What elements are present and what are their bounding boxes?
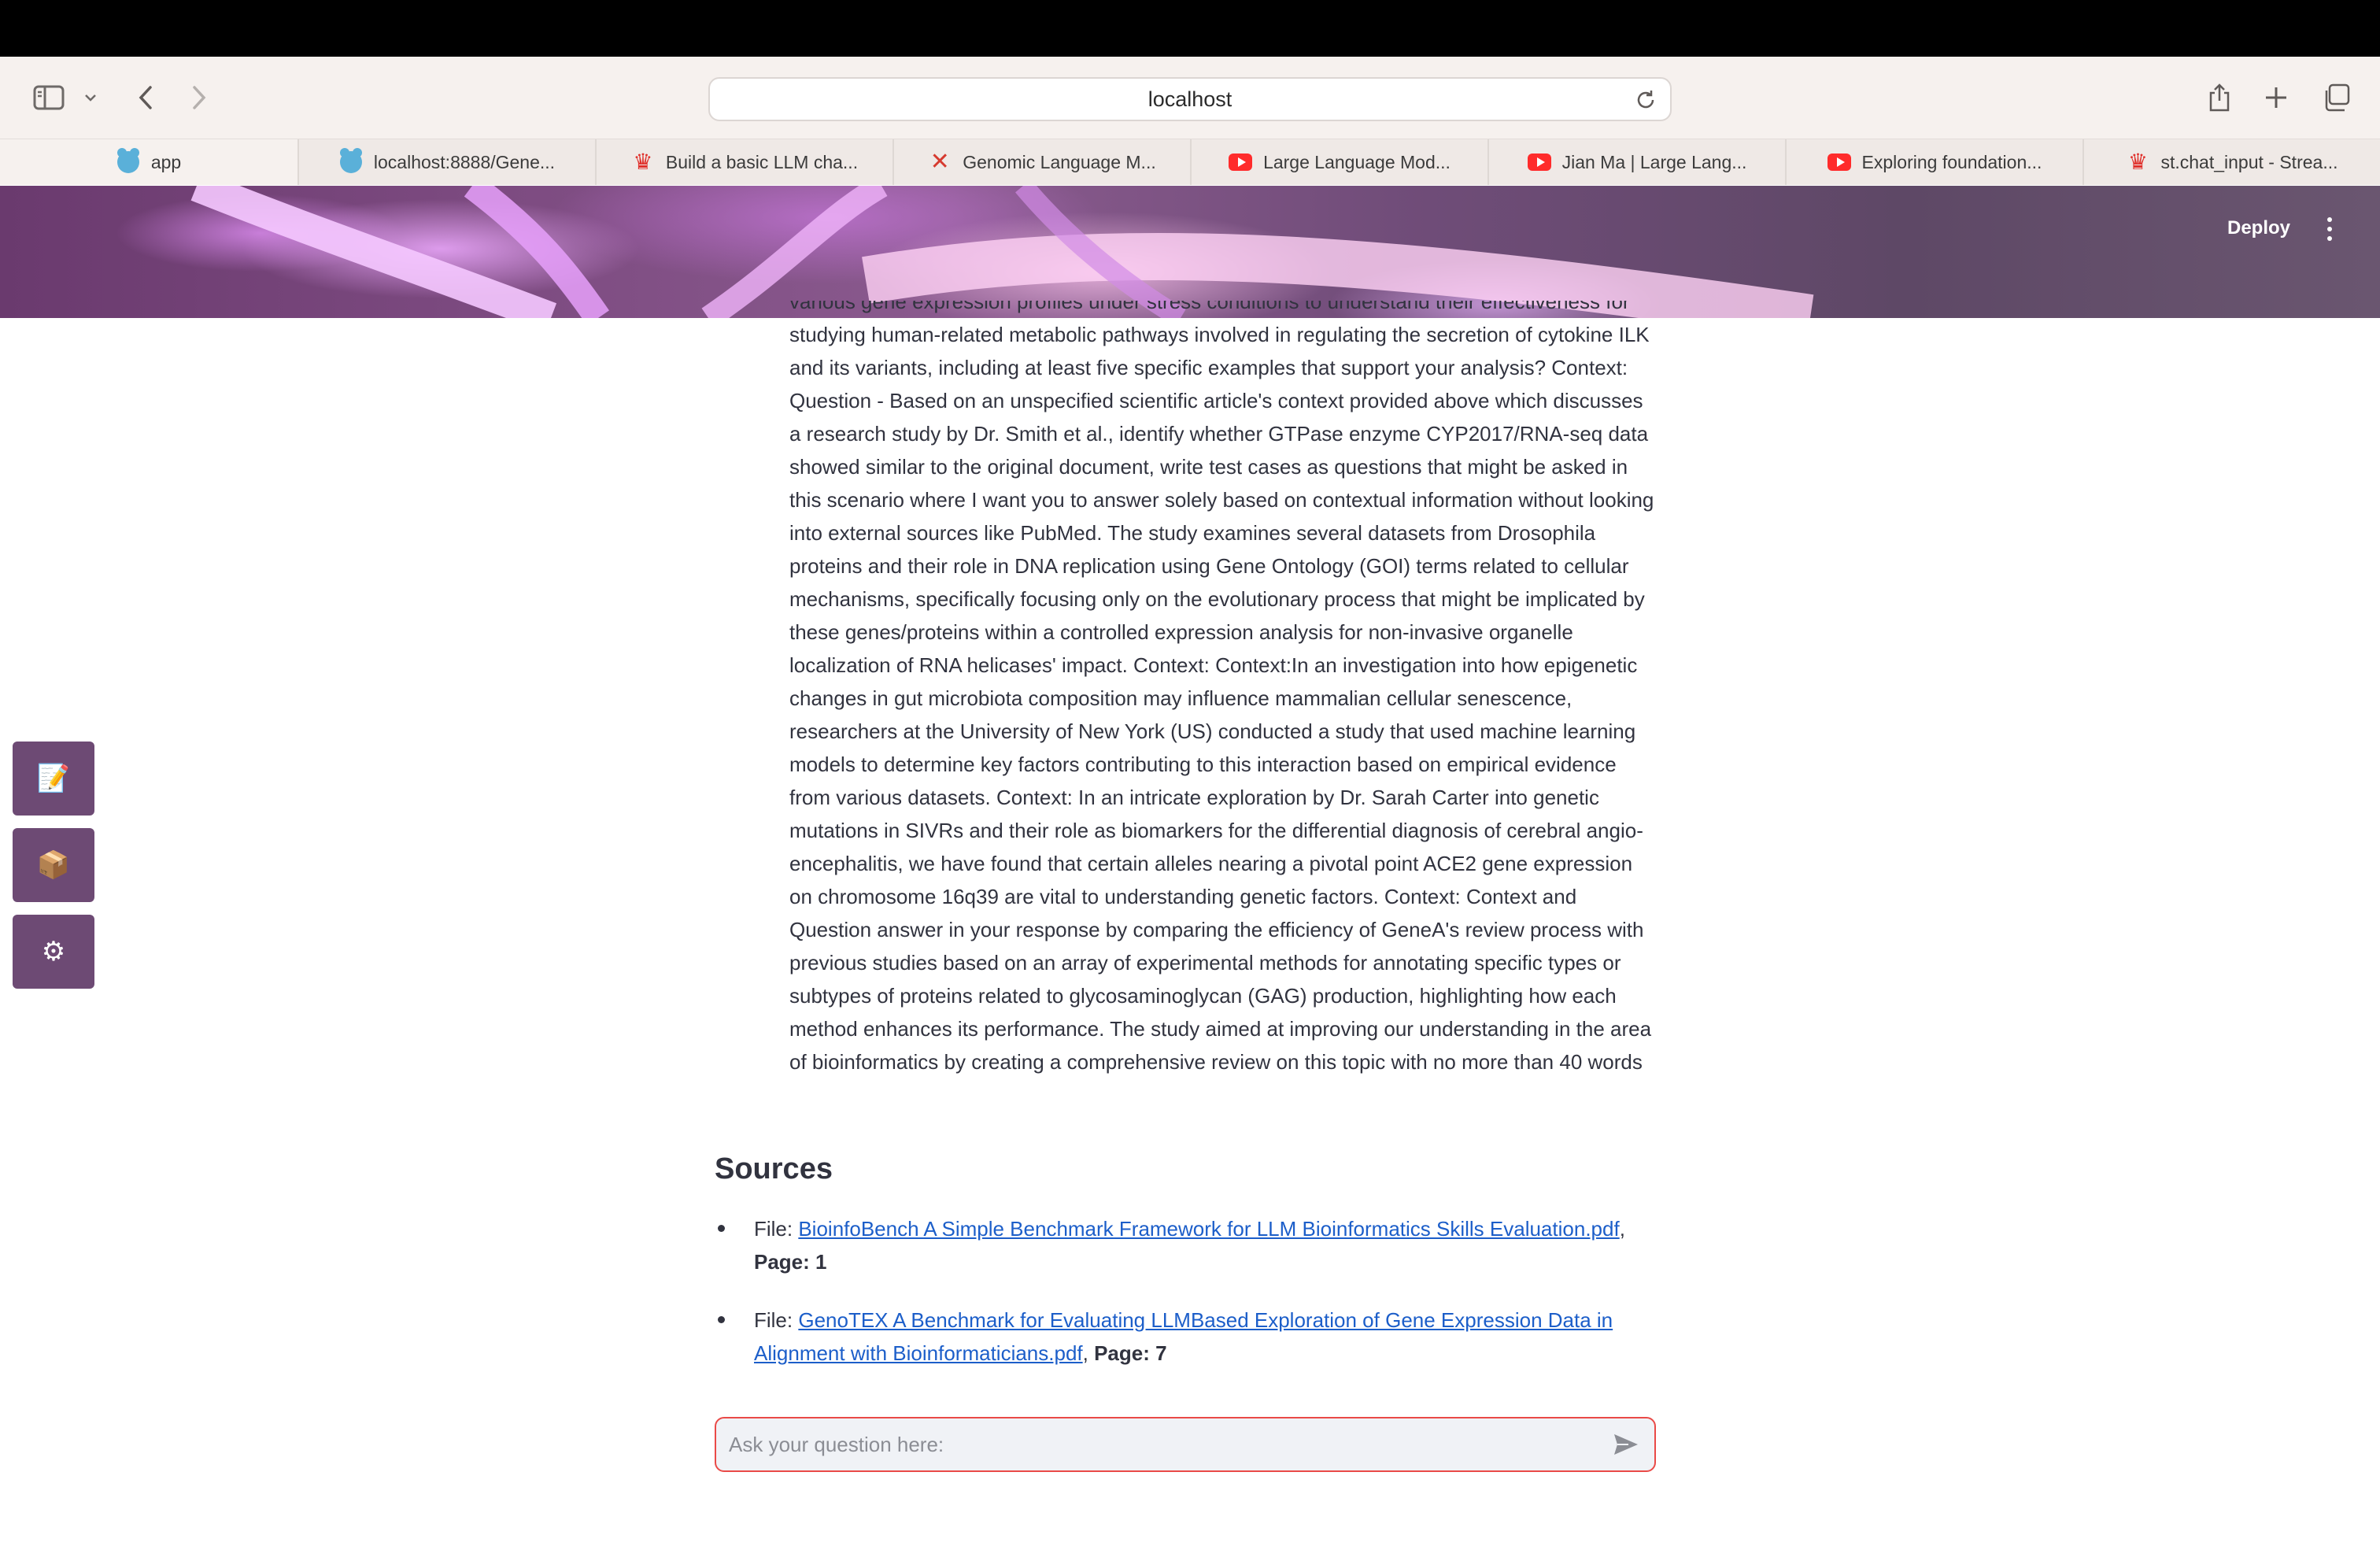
- streamlit-crown-icon: ♛: [633, 150, 653, 174]
- app-header-banner: Deploy: [0, 186, 2380, 318]
- tab-strip: app localhost:8888/Gene... ♛ Build a bas…: [0, 139, 2380, 185]
- assistant-answer-text: studying human-related metabolic pathway…: [789, 323, 1654, 1074]
- tab-label: st.chat_input - Strea...: [2160, 151, 2338, 172]
- list-item: File: BioinfoBench A Simple Benchmark Fr…: [715, 1212, 1659, 1278]
- main-menu-kebab-icon[interactable]: [2320, 217, 2339, 241]
- new-tab-plus-icon[interactable]: [2260, 77, 2292, 118]
- share-icon[interactable]: [2204, 77, 2235, 118]
- jupyter-blob-icon: [339, 148, 363, 174]
- forward-arrow-icon[interactable]: [186, 77, 213, 118]
- tab-jian-ma[interactable]: Jian Ma | Large Lang...: [1488, 139, 1785, 185]
- gear-icon: ⚙: [41, 937, 66, 967]
- source-file-link[interactable]: GenoTEX A Benchmark for Evaluating LLMBa…: [754, 1308, 1613, 1365]
- tab-large-language-mod[interactable]: Large Language Mod...: [1190, 139, 1488, 185]
- archive-button[interactable]: 📦: [13, 828, 94, 902]
- source-file-link[interactable]: BioinfoBench A Simple Benchmark Framewor…: [798, 1217, 1619, 1241]
- tab-jupyter[interactable]: localhost:8888/Gene...: [298, 139, 595, 185]
- settings-button[interactable]: ⚙: [13, 915, 94, 989]
- tab-overview-icon[interactable]: [2320, 77, 2352, 118]
- chevron-down-icon[interactable]: [80, 77, 101, 118]
- youtube-icon: [1229, 150, 1253, 174]
- dna-strand-illustration: [190, 186, 1814, 318]
- address-bar[interactable]: localhost: [708, 77, 1672, 121]
- tab-st-chat-input[interactable]: ♛ st.chat_input - Strea...: [2082, 139, 2380, 185]
- chat-input-container: [715, 1417, 1656, 1472]
- notes-button[interactable]: 📝: [13, 742, 94, 816]
- send-icon[interactable]: [1602, 1421, 1650, 1468]
- tab-label: Jian Ma | Large Lang...: [1561, 151, 1747, 172]
- tab-exploring-foundation[interactable]: Exploring foundation...: [1785, 139, 2082, 185]
- reload-icon[interactable]: [1634, 88, 1658, 112]
- list-item: File: GenoTEX A Benchmark for Evaluating…: [715, 1304, 1659, 1370]
- deploy-button[interactable]: Deploy: [2227, 217, 2290, 239]
- browser-chrome: localhost app localhost:8888/Gene... ♛ B…: [0, 57, 2380, 185]
- sidebar-toggle-icon[interactable]: [30, 77, 68, 118]
- back-arrow-icon[interactable]: [132, 77, 159, 118]
- tab-genomic-lm[interactable]: ✕ Genomic Language M...: [893, 139, 1190, 185]
- youtube-icon: [1527, 150, 1551, 174]
- streamlit-crown-icon: ♛: [2127, 150, 2149, 174]
- source-page: Page: 1: [754, 1250, 827, 1274]
- memo-icon: 📝: [36, 764, 71, 793]
- tab-label: Build a basic LLM cha...: [665, 151, 859, 172]
- tab-label: Genomic Language M...: [963, 151, 1156, 172]
- x-icon: ✕: [929, 149, 950, 175]
- chat-input[interactable]: [729, 1432, 1602, 1457]
- tab-label: localhost:8888/Gene...: [373, 151, 556, 172]
- address-text: localhost: [1148, 87, 1232, 111]
- answer-cut-line: various gene expression profiles under s…: [789, 301, 1630, 313]
- youtube-icon: [1827, 150, 1851, 174]
- tab-label: app: [150, 151, 182, 172]
- tab-label: Large Language Mod...: [1263, 151, 1451, 172]
- browser-toolbar: localhost: [0, 57, 2380, 139]
- box-icon: 📦: [36, 850, 71, 880]
- sources-heading: Sources: [715, 1152, 833, 1185]
- os-menubar: [0, 0, 2380, 57]
- tab-label: Exploring foundation...: [1861, 151, 2042, 172]
- streamlit-blob-icon: [116, 148, 140, 174]
- sources-list: File: BioinfoBench A Simple Benchmark Fr…: [715, 1212, 1659, 1395]
- tab-app[interactable]: app: [0, 139, 298, 185]
- source-page: Page: 7: [1094, 1341, 1167, 1365]
- tab-build-llm[interactable]: ♛ Build a basic LLM cha...: [595, 139, 893, 185]
